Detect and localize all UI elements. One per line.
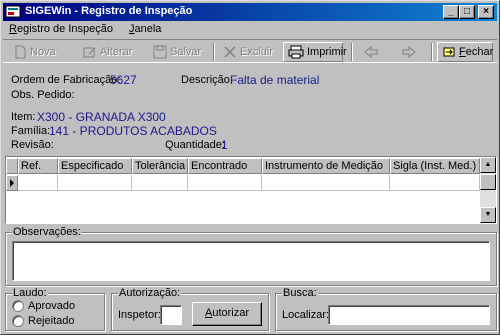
- obs-pedido-label: Obs. Pedido:: [11, 89, 75, 101]
- autorizacao-label: Autorização:: [118, 287, 182, 299]
- scroll-thumb[interactable]: [480, 174, 496, 190]
- radio-circle-icon: [12, 315, 24, 327]
- table-cell[interactable]: [262, 175, 390, 191]
- aprovado-label: Aprovado: [28, 300, 76, 312]
- rejeitado-radio[interactable]: Rejeitado: [12, 315, 74, 327]
- laudo-group: Laudo: Aprovado Rejeitado: [5, 287, 105, 331]
- close-door-icon: [443, 47, 455, 57]
- alterar-button[interactable]: Alterar: [79, 42, 136, 62]
- ordem-value: 5627: [110, 73, 137, 87]
- inspetor-label: Inspetor:: [118, 309, 161, 321]
- familia-label: Família:: [11, 125, 51, 137]
- descricao-value: Falta de material: [230, 73, 320, 87]
- table-cell[interactable]: [18, 175, 58, 191]
- nova-label: Nova: [30, 46, 56, 58]
- ordem-label: Ordem de Fabricação:: [11, 74, 121, 86]
- descricao-label: Descrição:: [181, 74, 233, 86]
- table-cell[interactable]: [390, 175, 480, 191]
- laudo-label: Laudo:: [12, 287, 48, 299]
- radio-circle-icon: [12, 300, 24, 312]
- aprovado-radio[interactable]: Aprovado: [12, 300, 75, 312]
- grid-corner: [6, 158, 18, 174]
- salvar-label: Salvar: [170, 46, 202, 58]
- new-document-icon: [15, 45, 26, 59]
- app-window: SIGEWin - Registro de Inspeção _ □ × Reg…: [0, 0, 500, 335]
- autorizacao-group: Autorização: Inspetor: Autorizar: [111, 287, 269, 331]
- menu-bar: Registro de Inspeção Janela: [3, 21, 497, 39]
- toolbar: Nova Alterar Salvar Excluir Imprimir Fec…: [3, 39, 497, 63]
- fechar-button[interactable]: Fechar: [437, 42, 493, 62]
- localizar-label: Localizar:: [282, 309, 330, 321]
- menu-registro-label: egistro de Inspeção: [16, 23, 113, 35]
- save-icon: [153, 45, 167, 59]
- autorizar-button[interactable]: Autorizar: [192, 302, 262, 326]
- menu-janela[interactable]: Janela: [129, 23, 161, 35]
- col-header-tolerancia[interactable]: Tolerância: [132, 158, 188, 174]
- arrow-right-icon: [402, 45, 416, 59]
- toolbar-separator: [431, 43, 433, 61]
- title-bar[interactable]: SIGEWin - Registro de Inspeção _ □ ×: [3, 3, 497, 21]
- app-icon: [5, 5, 21, 18]
- observacoes-group: Observações:: [5, 226, 497, 286]
- close-button[interactable]: ×: [478, 5, 494, 19]
- menu-registro-inspecao[interactable]: Registro de Inspeção: [9, 23, 113, 35]
- item-label: Item:: [11, 111, 36, 123]
- toolbar-separator: [351, 43, 353, 61]
- busca-group: Busca: Localizar:: [275, 287, 497, 331]
- col-header-encontrado[interactable]: Encontrado: [188, 158, 262, 174]
- arrow-left-icon: [364, 45, 378, 59]
- scroll-up-icon[interactable]: ▲: [480, 157, 496, 173]
- toolbar-separator: [213, 43, 215, 61]
- excluir-button[interactable]: Excluir: [219, 42, 277, 62]
- grid-vertical-scrollbar[interactable]: ▲ ▼: [480, 157, 496, 223]
- table-cell[interactable]: [132, 175, 188, 191]
- row-pointer-icon: [10, 179, 14, 187]
- col-header-especificado[interactable]: Especificado: [58, 158, 132, 174]
- revisao-label: Revisão:: [11, 139, 54, 151]
- maximize-button[interactable]: □: [459, 5, 475, 19]
- order-info-panel: Ordem de Fabricação: 5627 Descrição: Fal…: [5, 67, 495, 153]
- busca-label: Busca:: [282, 287, 318, 299]
- col-header-ref[interactable]: Ref.: [18, 158, 58, 174]
- imprimir-label: Imprimir: [307, 46, 347, 58]
- edit-icon: [83, 47, 96, 58]
- imprimir-button[interactable]: Imprimir: [283, 42, 347, 62]
- next-button[interactable]: [397, 42, 421, 62]
- printer-icon: [288, 45, 304, 59]
- salvar-button[interactable]: Salvar: [149, 42, 205, 62]
- previous-button[interactable]: [359, 42, 383, 62]
- window-title: SIGEWin - Registro de Inspeção: [25, 5, 193, 17]
- quantidade-label: Quantidade:: [165, 139, 225, 151]
- table-cell[interactable]: [188, 175, 262, 191]
- alterar-label: Alterar: [100, 46, 133, 58]
- localizar-input[interactable]: [328, 305, 490, 325]
- familia-value: 141 - PRODUTOS ACABADOS: [49, 124, 217, 138]
- row-indicator[interactable]: [6, 175, 18, 191]
- rejeitado-label: Rejeitado: [28, 315, 75, 327]
- observacoes-textarea[interactable]: [12, 241, 490, 281]
- excluir-label: Excluir: [240, 46, 274, 58]
- observacoes-label: Observações:: [12, 226, 82, 238]
- autorizar-label: utorizar: [212, 307, 250, 319]
- minimize-button[interactable]: _: [443, 5, 459, 19]
- inspetor-input[interactable]: [160, 305, 182, 325]
- nova-button[interactable]: Nova: [9, 42, 60, 62]
- menu-janela-label: anela: [134, 23, 162, 35]
- inspection-grid[interactable]: Ref. Especificado Tolerância Encontrado …: [5, 156, 497, 224]
- grid-body: Ref. Especificado Tolerância Encontrado …: [6, 157, 480, 223]
- scroll-down-icon[interactable]: ▼: [480, 207, 496, 223]
- table-cell[interactable]: [58, 175, 132, 191]
- fechar-label: Fechar: [459, 46, 494, 58]
- col-header-sigla[interactable]: Sigla (Inst. Med.): [390, 158, 480, 174]
- delete-icon: [224, 46, 236, 58]
- col-header-instrumento[interactable]: Instrumento de Medição: [262, 158, 390, 174]
- quantidade-value: 1: [221, 138, 228, 152]
- item-value: X300 - GRANADA X300: [37, 110, 166, 124]
